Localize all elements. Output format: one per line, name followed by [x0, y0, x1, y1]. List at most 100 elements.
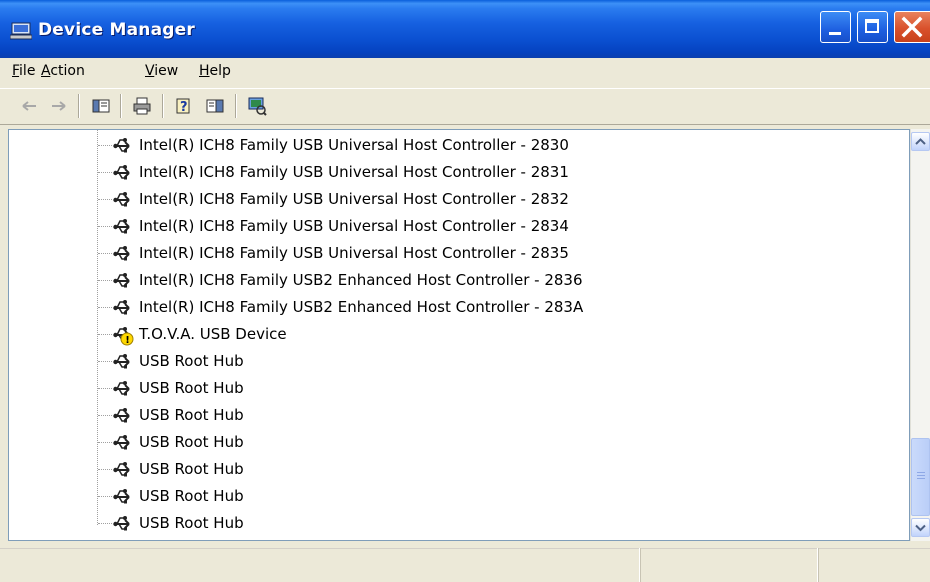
grip-line [917, 478, 925, 479]
tree-connector [98, 226, 112, 227]
tree-item[interactable]: Intel(R) ICH8 Family USB Universal Host … [9, 159, 889, 186]
chevron-up-icon [915, 138, 926, 145]
tree-item[interactable]: Intel(R) ICH8 Family USB Universal Host … [9, 132, 889, 159]
tree-connector [98, 334, 112, 335]
tree-connector [98, 415, 112, 416]
forward-arrow-icon[interactable] [48, 96, 68, 116]
usb-icon [112, 486, 134, 508]
tree-item-label: USB Root Hub [139, 487, 244, 505]
usb-icon [112, 189, 134, 211]
grip-line [917, 475, 925, 476]
tree-item[interactable]: USB Root Hub [9, 375, 889, 402]
svg-text:!: ! [125, 335, 130, 346]
scroll-thumb[interactable] [911, 438, 930, 516]
menu-view[interactable]: View [145, 63, 178, 79]
usb-icon [112, 297, 134, 319]
tree-connector [98, 172, 112, 173]
properties-icon[interactable] [205, 96, 225, 116]
tree-item-label: USB Root Hub [139, 352, 244, 370]
tree-item[interactable]: USB Root Hub [9, 510, 889, 537]
usb-icon [112, 459, 134, 481]
minimize-icon [829, 32, 841, 35]
usb-icon [112, 135, 134, 157]
usb-icon [112, 351, 134, 373]
help-icon[interactable]: ? [174, 96, 194, 116]
tree-item[interactable]: Intel(R) ICH8 Family USB Universal Host … [9, 186, 889, 213]
tree-item-label: Intel(R) ICH8 Family USB2 Enhanced Host … [139, 298, 584, 316]
maximize-icon [865, 19, 879, 33]
tree-item-label: USB Root Hub [139, 406, 244, 424]
back-arrow-icon[interactable] [20, 96, 40, 116]
device-manager-window: Device Manager File Action View Help ? I… [0, 0, 930, 582]
tree-item[interactable]: USB Root Hub [9, 348, 889, 375]
tree-item-label: Intel(R) ICH8 Family USB Universal Host … [139, 136, 569, 154]
usb-icon [112, 513, 134, 535]
tree-item[interactable]: USB Root Hub [9, 429, 889, 456]
usb-icon [112, 432, 134, 454]
print-icon[interactable] [132, 96, 152, 116]
toolbar-separator [162, 94, 163, 118]
tree-connector [98, 469, 112, 470]
menu-help[interactable]: Help [199, 63, 231, 79]
tree-item[interactable]: USB Root Hub [9, 483, 889, 510]
show-hide-console-tree-icon[interactable] [91, 96, 111, 116]
tree-item[interactable]: Intel(R) ICH8 Family USB Universal Host … [9, 213, 889, 240]
usb-icon [112, 405, 134, 427]
status-panel-divider [818, 548, 819, 582]
close-button[interactable] [894, 11, 930, 43]
minimize-button[interactable] [820, 11, 851, 43]
tree-connector [98, 307, 112, 308]
tree-connector [98, 523, 112, 524]
scan-hardware-changes-icon[interactable] [247, 96, 267, 116]
tree-connector [98, 496, 112, 497]
window-title: Device Manager [38, 20, 195, 40]
status-bar [0, 548, 930, 582]
grip-line [917, 472, 925, 473]
tree-item-label: USB Root Hub [139, 379, 244, 397]
tree-connector [98, 253, 112, 254]
tree-item-label: Intel(R) ICH8 Family USB Universal Host … [139, 244, 569, 262]
tree-item-label: USB Root Hub [139, 460, 244, 478]
tree-item[interactable]: USB Root Hub [9, 456, 889, 483]
menu-file[interactable]: File [12, 63, 35, 79]
tree-item-label: USB Root Hub [139, 514, 244, 532]
tree-item-label: Intel(R) ICH8 Family USB Universal Host … [139, 163, 569, 181]
tree-item-label: Intel(R) ICH8 Family USB Universal Host … [139, 217, 569, 235]
device-tree[interactable]: Intel(R) ICH8 Family USB Universal Host … [8, 129, 910, 541]
tree-item[interactable]: USB Root Hub [9, 402, 889, 429]
usb-warning-icon: ! [112, 324, 134, 346]
usb-icon [112, 270, 134, 292]
menu-action[interactable]: Action [41, 63, 85, 79]
scroll-up-button[interactable] [911, 132, 930, 151]
tree-item[interactable]: Intel(R) ICH8 Family USB Universal Host … [9, 240, 889, 267]
vertical-scrollbar[interactable] [910, 129, 930, 541]
tree-connector [98, 442, 112, 443]
tree-item-label: T.O.V.A. USB Device [139, 325, 287, 343]
status-panel-divider [640, 548, 641, 582]
usb-icon [112, 216, 134, 238]
usb-icon [112, 243, 134, 265]
tree-connector [98, 145, 112, 146]
usb-icon [112, 378, 134, 400]
toolbar-separator [120, 94, 121, 118]
scroll-down-button[interactable] [911, 518, 930, 537]
tree-connector [98, 280, 112, 281]
menu-bar [0, 58, 930, 88]
maximize-button[interactable] [857, 11, 888, 43]
usb-icon [112, 162, 134, 184]
toolbar-separator [235, 94, 236, 118]
tree-item[interactable]: ! T.O.V.A. USB Device [9, 321, 889, 348]
tree-item-label: Intel(R) ICH8 Family USB2 Enhanced Host … [139, 271, 583, 289]
tree-item[interactable]: Intel(R) ICH8 Family USB2 Enhanced Host … [9, 267, 889, 294]
tree-connector [98, 199, 112, 200]
title-bar[interactable]: Device Manager [0, 0, 930, 58]
tree-item-label: USB Root Hub [139, 433, 244, 451]
tree-connector [98, 388, 112, 389]
tree-item[interactable]: Intel(R) ICH8 Family USB2 Enhanced Host … [9, 294, 889, 321]
tree-item-label: Intel(R) ICH8 Family USB Universal Host … [139, 190, 569, 208]
svg-text:?: ? [180, 100, 188, 115]
close-icon [901, 16, 923, 38]
toolbar-separator [78, 94, 79, 118]
tree-connector [98, 361, 112, 362]
computer-icon [10, 22, 32, 40]
